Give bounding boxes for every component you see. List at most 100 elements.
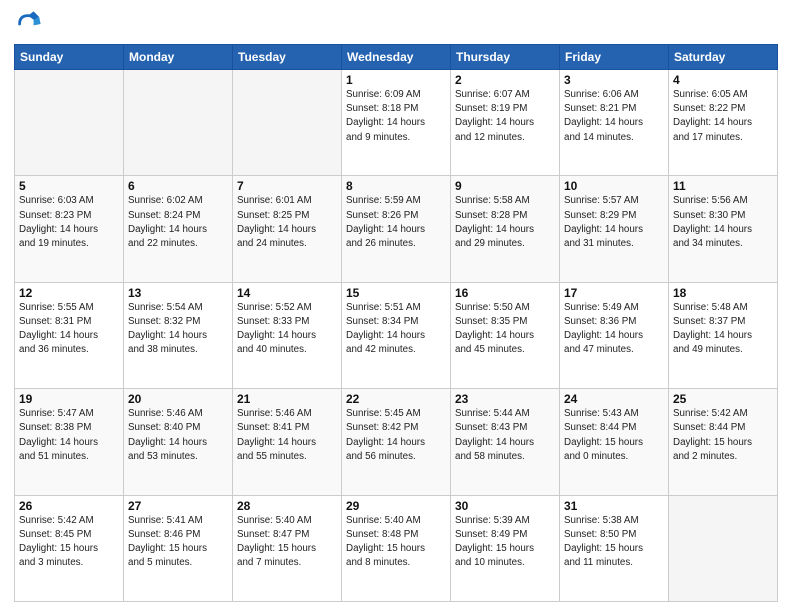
weekday-header-wednesday: Wednesday bbox=[342, 45, 451, 70]
calendar-cell: 6Sunrise: 6:02 AM Sunset: 8:24 PM Daylig… bbox=[124, 176, 233, 282]
week-row-1: 1Sunrise: 6:09 AM Sunset: 8:18 PM Daylig… bbox=[15, 70, 778, 176]
calendar-cell: 26Sunrise: 5:42 AM Sunset: 8:45 PM Dayli… bbox=[15, 495, 124, 601]
day-number: 8 bbox=[346, 179, 446, 193]
day-number: 1 bbox=[346, 73, 446, 87]
day-number: 30 bbox=[455, 499, 555, 513]
day-info: Sunrise: 5:40 AM Sunset: 8:47 PM Dayligh… bbox=[237, 514, 337, 571]
day-number: 2 bbox=[455, 73, 555, 87]
day-number: 17 bbox=[564, 286, 664, 300]
calendar-cell: 9Sunrise: 5:58 AM Sunset: 8:28 PM Daylig… bbox=[451, 176, 560, 282]
day-info: Sunrise: 5:49 AM Sunset: 8:36 PM Dayligh… bbox=[564, 301, 664, 358]
calendar-cell: 5Sunrise: 6:03 AM Sunset: 8:23 PM Daylig… bbox=[15, 176, 124, 282]
calendar-cell: 29Sunrise: 5:40 AM Sunset: 8:48 PM Dayli… bbox=[342, 495, 451, 601]
week-row-4: 19Sunrise: 5:47 AM Sunset: 8:38 PM Dayli… bbox=[15, 389, 778, 495]
calendar-cell bbox=[233, 70, 342, 176]
day-info: Sunrise: 5:50 AM Sunset: 8:35 PM Dayligh… bbox=[455, 301, 555, 358]
day-info: Sunrise: 5:45 AM Sunset: 8:42 PM Dayligh… bbox=[346, 407, 446, 464]
page: SundayMondayTuesdayWednesdayThursdayFrid… bbox=[0, 0, 792, 612]
day-info: Sunrise: 5:47 AM Sunset: 8:38 PM Dayligh… bbox=[19, 407, 119, 464]
day-number: 19 bbox=[19, 392, 119, 406]
calendar-cell: 15Sunrise: 5:51 AM Sunset: 8:34 PM Dayli… bbox=[342, 282, 451, 388]
weekday-header-tuesday: Tuesday bbox=[233, 45, 342, 70]
day-number: 21 bbox=[237, 392, 337, 406]
day-number: 5 bbox=[19, 179, 119, 193]
calendar-cell: 18Sunrise: 5:48 AM Sunset: 8:37 PM Dayli… bbox=[669, 282, 778, 388]
calendar-cell: 4Sunrise: 6:05 AM Sunset: 8:22 PM Daylig… bbox=[669, 70, 778, 176]
calendar-cell: 25Sunrise: 5:42 AM Sunset: 8:44 PM Dayli… bbox=[669, 389, 778, 495]
header bbox=[14, 10, 778, 38]
day-number: 23 bbox=[455, 392, 555, 406]
week-row-2: 5Sunrise: 6:03 AM Sunset: 8:23 PM Daylig… bbox=[15, 176, 778, 282]
day-number: 27 bbox=[128, 499, 228, 513]
calendar-cell: 17Sunrise: 5:49 AM Sunset: 8:36 PM Dayli… bbox=[560, 282, 669, 388]
day-info: Sunrise: 6:02 AM Sunset: 8:24 PM Dayligh… bbox=[128, 194, 228, 251]
day-info: Sunrise: 6:07 AM Sunset: 8:19 PM Dayligh… bbox=[455, 88, 555, 145]
calendar-cell: 31Sunrise: 5:38 AM Sunset: 8:50 PM Dayli… bbox=[560, 495, 669, 601]
day-info: Sunrise: 5:46 AM Sunset: 8:41 PM Dayligh… bbox=[237, 407, 337, 464]
day-info: Sunrise: 6:09 AM Sunset: 8:18 PM Dayligh… bbox=[346, 88, 446, 145]
calendar-cell: 8Sunrise: 5:59 AM Sunset: 8:26 PM Daylig… bbox=[342, 176, 451, 282]
weekday-header-thursday: Thursday bbox=[451, 45, 560, 70]
day-info: Sunrise: 5:40 AM Sunset: 8:48 PM Dayligh… bbox=[346, 514, 446, 571]
day-number: 12 bbox=[19, 286, 119, 300]
day-number: 22 bbox=[346, 392, 446, 406]
day-number: 4 bbox=[673, 73, 773, 87]
calendar-cell: 23Sunrise: 5:44 AM Sunset: 8:43 PM Dayli… bbox=[451, 389, 560, 495]
weekday-header-sunday: Sunday bbox=[15, 45, 124, 70]
calendar-cell: 7Sunrise: 6:01 AM Sunset: 8:25 PM Daylig… bbox=[233, 176, 342, 282]
day-number: 13 bbox=[128, 286, 228, 300]
calendar-cell bbox=[124, 70, 233, 176]
day-info: Sunrise: 5:51 AM Sunset: 8:34 PM Dayligh… bbox=[346, 301, 446, 358]
calendar-cell: 13Sunrise: 5:54 AM Sunset: 8:32 PM Dayli… bbox=[124, 282, 233, 388]
day-number: 28 bbox=[237, 499, 337, 513]
calendar-cell bbox=[15, 70, 124, 176]
day-number: 11 bbox=[673, 179, 773, 193]
calendar-cell: 12Sunrise: 5:55 AM Sunset: 8:31 PM Dayli… bbox=[15, 282, 124, 388]
day-number: 18 bbox=[673, 286, 773, 300]
day-info: Sunrise: 5:54 AM Sunset: 8:32 PM Dayligh… bbox=[128, 301, 228, 358]
calendar-table: SundayMondayTuesdayWednesdayThursdayFrid… bbox=[14, 44, 778, 602]
calendar-cell: 19Sunrise: 5:47 AM Sunset: 8:38 PM Dayli… bbox=[15, 389, 124, 495]
day-number: 6 bbox=[128, 179, 228, 193]
calendar-cell: 16Sunrise: 5:50 AM Sunset: 8:35 PM Dayli… bbox=[451, 282, 560, 388]
calendar-cell bbox=[669, 495, 778, 601]
week-row-5: 26Sunrise: 5:42 AM Sunset: 8:45 PM Dayli… bbox=[15, 495, 778, 601]
day-number: 3 bbox=[564, 73, 664, 87]
day-info: Sunrise: 6:03 AM Sunset: 8:23 PM Dayligh… bbox=[19, 194, 119, 251]
calendar-cell: 3Sunrise: 6:06 AM Sunset: 8:21 PM Daylig… bbox=[560, 70, 669, 176]
day-number: 29 bbox=[346, 499, 446, 513]
day-info: Sunrise: 5:55 AM Sunset: 8:31 PM Dayligh… bbox=[19, 301, 119, 358]
calendar-cell: 28Sunrise: 5:40 AM Sunset: 8:47 PM Dayli… bbox=[233, 495, 342, 601]
calendar-cell: 11Sunrise: 5:56 AM Sunset: 8:30 PM Dayli… bbox=[669, 176, 778, 282]
day-number: 20 bbox=[128, 392, 228, 406]
day-info: Sunrise: 5:39 AM Sunset: 8:49 PM Dayligh… bbox=[455, 514, 555, 571]
weekday-header-row: SundayMondayTuesdayWednesdayThursdayFrid… bbox=[15, 45, 778, 70]
day-number: 16 bbox=[455, 286, 555, 300]
day-info: Sunrise: 5:57 AM Sunset: 8:29 PM Dayligh… bbox=[564, 194, 664, 251]
calendar-cell: 20Sunrise: 5:46 AM Sunset: 8:40 PM Dayli… bbox=[124, 389, 233, 495]
week-row-3: 12Sunrise: 5:55 AM Sunset: 8:31 PM Dayli… bbox=[15, 282, 778, 388]
day-number: 14 bbox=[237, 286, 337, 300]
day-number: 10 bbox=[564, 179, 664, 193]
day-info: Sunrise: 5:42 AM Sunset: 8:45 PM Dayligh… bbox=[19, 514, 119, 571]
day-info: Sunrise: 5:42 AM Sunset: 8:44 PM Dayligh… bbox=[673, 407, 773, 464]
weekday-header-friday: Friday bbox=[560, 45, 669, 70]
calendar-cell: 30Sunrise: 5:39 AM Sunset: 8:49 PM Dayli… bbox=[451, 495, 560, 601]
calendar-cell: 21Sunrise: 5:46 AM Sunset: 8:41 PM Dayli… bbox=[233, 389, 342, 495]
day-number: 15 bbox=[346, 286, 446, 300]
weekday-header-saturday: Saturday bbox=[669, 45, 778, 70]
day-number: 26 bbox=[19, 499, 119, 513]
day-info: Sunrise: 5:46 AM Sunset: 8:40 PM Dayligh… bbox=[128, 407, 228, 464]
logo-icon bbox=[14, 10, 42, 38]
calendar-cell: 2Sunrise: 6:07 AM Sunset: 8:19 PM Daylig… bbox=[451, 70, 560, 176]
day-info: Sunrise: 6:05 AM Sunset: 8:22 PM Dayligh… bbox=[673, 88, 773, 145]
day-info: Sunrise: 5:48 AM Sunset: 8:37 PM Dayligh… bbox=[673, 301, 773, 358]
day-info: Sunrise: 5:41 AM Sunset: 8:46 PM Dayligh… bbox=[128, 514, 228, 571]
day-info: Sunrise: 5:56 AM Sunset: 8:30 PM Dayligh… bbox=[673, 194, 773, 251]
day-info: Sunrise: 5:43 AM Sunset: 8:44 PM Dayligh… bbox=[564, 407, 664, 464]
day-number: 31 bbox=[564, 499, 664, 513]
weekday-header-monday: Monday bbox=[124, 45, 233, 70]
calendar-cell: 10Sunrise: 5:57 AM Sunset: 8:29 PM Dayli… bbox=[560, 176, 669, 282]
day-info: Sunrise: 5:58 AM Sunset: 8:28 PM Dayligh… bbox=[455, 194, 555, 251]
calendar-cell: 14Sunrise: 5:52 AM Sunset: 8:33 PM Dayli… bbox=[233, 282, 342, 388]
